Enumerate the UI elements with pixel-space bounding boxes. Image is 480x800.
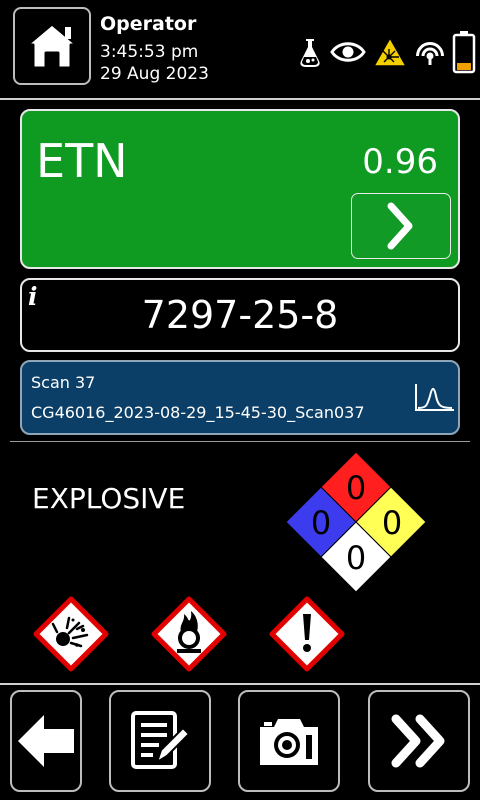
status-bar — [296, 30, 480, 74]
date: 29 Aug 2023 — [100, 64, 209, 84]
scan-filename: CG46016_2023-08-29_15-45-30_Scan037 — [31, 403, 365, 422]
report-edit-button[interactable] — [109, 690, 211, 792]
battery-low-icon — [452, 30, 476, 74]
match-score: 0.96 — [362, 142, 438, 182]
wireless-signal-icon — [414, 37, 446, 67]
clock: 3:45:53 pm — [100, 42, 199, 62]
compound-name: ETN — [36, 134, 128, 188]
scan-info-box[interactable]: Scan 37 CG46016_2023-08-29_15-45-30_Scan… — [20, 360, 460, 435]
footer-divider — [0, 683, 480, 685]
header-divider — [0, 98, 480, 100]
double-chevron-next-icon — [391, 714, 445, 768]
camera-icon — [260, 719, 318, 765]
edit-report-icon — [131, 711, 191, 769]
user-name: Operator — [100, 13, 197, 35]
eye-icon — [330, 39, 366, 65]
back-arrow-icon — [18, 715, 74, 767]
oxidizer-flame-over-circle-icon — [151, 596, 227, 672]
home-button[interactable] — [13, 7, 91, 85]
section-divider — [10, 441, 470, 442]
spectrum-icon — [415, 384, 454, 411]
camera-button[interactable] — [238, 690, 340, 792]
result-card[interactable]: ETN 0.96 — [20, 109, 460, 269]
nfpa-diamond: 0 0 0 0 — [285, 451, 427, 593]
svg-text:0: 0 — [346, 539, 366, 577]
laser-warning-icon — [372, 36, 408, 68]
details-button[interactable] — [351, 193, 451, 259]
cas-number: 7297-25-8 — [141, 293, 339, 337]
cas-number-box: i 7297-25-8 — [20, 278, 460, 352]
hazard-class: EXPLOSIVE — [32, 482, 186, 515]
back-button[interactable] — [10, 690, 82, 792]
next-button[interactable] — [368, 690, 470, 792]
scan-title: Scan 37 — [31, 373, 96, 392]
exclamation-mark-icon — [269, 596, 345, 672]
home-icon — [25, 22, 79, 70]
flask-icon — [296, 35, 324, 69]
svg-text:0: 0 — [346, 469, 366, 507]
chevron-right-icon — [387, 202, 413, 250]
svg-text:0: 0 — [311, 504, 331, 542]
exploding-bomb-icon — [33, 596, 109, 672]
svg-text:0: 0 — [382, 504, 402, 542]
